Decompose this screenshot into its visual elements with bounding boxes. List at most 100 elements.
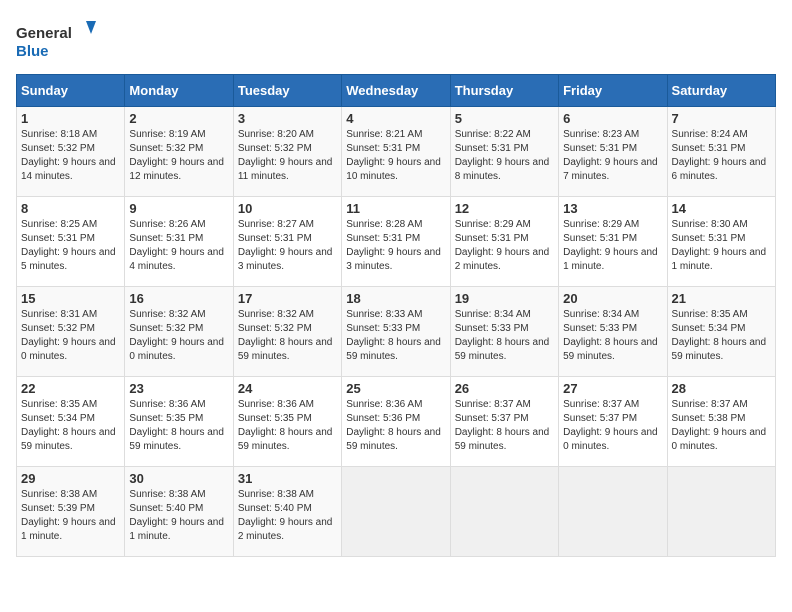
day-cell: 29 Sunrise: 8:38 AM Sunset: 5:39 PM Dayl…: [17, 467, 125, 557]
day-cell: [450, 467, 558, 557]
week-row-3: 15 Sunrise: 8:31 AM Sunset: 5:32 PM Dayl…: [17, 287, 776, 377]
header-cell-thursday: Thursday: [450, 75, 558, 107]
cell-content: Sunrise: 8:36 AM Sunset: 5:35 PM Dayligh…: [129, 398, 228, 454]
header-cell-monday: Monday: [125, 75, 233, 107]
day-number: 8: [21, 201, 120, 216]
header-cell-wednesday: Wednesday: [342, 75, 450, 107]
logo-svg: General Blue: [16, 16, 96, 66]
day-cell: [559, 467, 667, 557]
day-cell: 26 Sunrise: 8:37 AM Sunset: 5:37 PM Dayl…: [450, 377, 558, 467]
day-number: 10: [238, 201, 337, 216]
cell-content: Sunrise: 8:34 AM Sunset: 5:33 PM Dayligh…: [455, 308, 554, 364]
day-cell: 12 Sunrise: 8:29 AM Sunset: 5:31 PM Dayl…: [450, 197, 558, 287]
day-number: 25: [346, 381, 445, 396]
day-number: 27: [563, 381, 662, 396]
calendar-body: 1 Sunrise: 8:18 AM Sunset: 5:32 PM Dayli…: [17, 107, 776, 557]
day-number: 29: [21, 471, 120, 486]
day-number: 5: [455, 111, 554, 126]
day-cell: 20 Sunrise: 8:34 AM Sunset: 5:33 PM Dayl…: [559, 287, 667, 377]
day-number: 26: [455, 381, 554, 396]
day-cell: 14 Sunrise: 8:30 AM Sunset: 5:31 PM Dayl…: [667, 197, 775, 287]
day-number: 11: [346, 201, 445, 216]
week-row-5: 29 Sunrise: 8:38 AM Sunset: 5:39 PM Dayl…: [17, 467, 776, 557]
header-cell-friday: Friday: [559, 75, 667, 107]
day-number: 31: [238, 471, 337, 486]
day-number: 17: [238, 291, 337, 306]
day-number: 22: [21, 381, 120, 396]
cell-content: Sunrise: 8:36 AM Sunset: 5:35 PM Dayligh…: [238, 398, 337, 454]
day-cell: 1 Sunrise: 8:18 AM Sunset: 5:32 PM Dayli…: [17, 107, 125, 197]
day-number: 15: [21, 291, 120, 306]
day-cell: 28 Sunrise: 8:37 AM Sunset: 5:38 PM Dayl…: [667, 377, 775, 467]
day-cell: 25 Sunrise: 8:36 AM Sunset: 5:36 PM Dayl…: [342, 377, 450, 467]
day-cell: 5 Sunrise: 8:22 AM Sunset: 5:31 PM Dayli…: [450, 107, 558, 197]
day-cell: 3 Sunrise: 8:20 AM Sunset: 5:32 PM Dayli…: [233, 107, 341, 197]
day-number: 21: [672, 291, 771, 306]
calendar-header: SundayMondayTuesdayWednesdayThursdayFrid…: [17, 75, 776, 107]
cell-content: Sunrise: 8:29 AM Sunset: 5:31 PM Dayligh…: [563, 218, 662, 274]
day-cell: 9 Sunrise: 8:26 AM Sunset: 5:31 PM Dayli…: [125, 197, 233, 287]
cell-content: Sunrise: 8:20 AM Sunset: 5:32 PM Dayligh…: [238, 128, 337, 184]
day-cell: 16 Sunrise: 8:32 AM Sunset: 5:32 PM Dayl…: [125, 287, 233, 377]
day-number: 14: [672, 201, 771, 216]
day-cell: [342, 467, 450, 557]
day-cell: 19 Sunrise: 8:34 AM Sunset: 5:33 PM Dayl…: [450, 287, 558, 377]
cell-content: Sunrise: 8:37 AM Sunset: 5:37 PM Dayligh…: [563, 398, 662, 454]
day-cell: 30 Sunrise: 8:38 AM Sunset: 5:40 PM Dayl…: [125, 467, 233, 557]
day-number: 20: [563, 291, 662, 306]
cell-content: Sunrise: 8:32 AM Sunset: 5:32 PM Dayligh…: [129, 308, 228, 364]
cell-content: Sunrise: 8:34 AM Sunset: 5:33 PM Dayligh…: [563, 308, 662, 364]
day-number: 24: [238, 381, 337, 396]
page-header: General Blue: [16, 16, 776, 66]
cell-content: Sunrise: 8:28 AM Sunset: 5:31 PM Dayligh…: [346, 218, 445, 274]
week-row-4: 22 Sunrise: 8:35 AM Sunset: 5:34 PM Dayl…: [17, 377, 776, 467]
day-number: 23: [129, 381, 228, 396]
cell-content: Sunrise: 8:30 AM Sunset: 5:31 PM Dayligh…: [672, 218, 771, 274]
cell-content: Sunrise: 8:22 AM Sunset: 5:31 PM Dayligh…: [455, 128, 554, 184]
cell-content: Sunrise: 8:26 AM Sunset: 5:31 PM Dayligh…: [129, 218, 228, 274]
day-cell: 13 Sunrise: 8:29 AM Sunset: 5:31 PM Dayl…: [559, 197, 667, 287]
header-row: SundayMondayTuesdayWednesdayThursdayFrid…: [17, 75, 776, 107]
cell-content: Sunrise: 8:38 AM Sunset: 5:40 PM Dayligh…: [238, 488, 337, 544]
logo: General Blue: [16, 16, 96, 66]
cell-content: Sunrise: 8:23 AM Sunset: 5:31 PM Dayligh…: [563, 128, 662, 184]
svg-text:Blue: Blue: [16, 43, 49, 60]
day-number: 3: [238, 111, 337, 126]
cell-content: Sunrise: 8:21 AM Sunset: 5:31 PM Dayligh…: [346, 128, 445, 184]
day-number: 7: [672, 111, 771, 126]
cell-content: Sunrise: 8:37 AM Sunset: 5:38 PM Dayligh…: [672, 398, 771, 454]
cell-content: Sunrise: 8:36 AM Sunset: 5:36 PM Dayligh…: [346, 398, 445, 454]
cell-content: Sunrise: 8:32 AM Sunset: 5:32 PM Dayligh…: [238, 308, 337, 364]
cell-content: Sunrise: 8:38 AM Sunset: 5:40 PM Dayligh…: [129, 488, 228, 544]
cell-content: Sunrise: 8:18 AM Sunset: 5:32 PM Dayligh…: [21, 128, 120, 184]
day-cell: 23 Sunrise: 8:36 AM Sunset: 5:35 PM Dayl…: [125, 377, 233, 467]
day-cell: [667, 467, 775, 557]
day-cell: 7 Sunrise: 8:24 AM Sunset: 5:31 PM Dayli…: [667, 107, 775, 197]
day-cell: 21 Sunrise: 8:35 AM Sunset: 5:34 PM Dayl…: [667, 287, 775, 377]
day-number: 2: [129, 111, 228, 126]
day-cell: 15 Sunrise: 8:31 AM Sunset: 5:32 PM Dayl…: [17, 287, 125, 377]
day-number: 28: [672, 381, 771, 396]
day-cell: 6 Sunrise: 8:23 AM Sunset: 5:31 PM Dayli…: [559, 107, 667, 197]
cell-content: Sunrise: 8:27 AM Sunset: 5:31 PM Dayligh…: [238, 218, 337, 274]
header-cell-saturday: Saturday: [667, 75, 775, 107]
cell-content: Sunrise: 8:31 AM Sunset: 5:32 PM Dayligh…: [21, 308, 120, 364]
day-cell: 11 Sunrise: 8:28 AM Sunset: 5:31 PM Dayl…: [342, 197, 450, 287]
svg-text:General: General: [16, 25, 72, 42]
day-cell: 4 Sunrise: 8:21 AM Sunset: 5:31 PM Dayli…: [342, 107, 450, 197]
day-number: 19: [455, 291, 554, 306]
cell-content: Sunrise: 8:29 AM Sunset: 5:31 PM Dayligh…: [455, 218, 554, 274]
cell-content: Sunrise: 8:33 AM Sunset: 5:33 PM Dayligh…: [346, 308, 445, 364]
cell-content: Sunrise: 8:37 AM Sunset: 5:37 PM Dayligh…: [455, 398, 554, 454]
day-number: 13: [563, 201, 662, 216]
cell-content: Sunrise: 8:38 AM Sunset: 5:39 PM Dayligh…: [21, 488, 120, 544]
day-cell: 24 Sunrise: 8:36 AM Sunset: 5:35 PM Dayl…: [233, 377, 341, 467]
day-number: 6: [563, 111, 662, 126]
day-number: 4: [346, 111, 445, 126]
day-cell: 22 Sunrise: 8:35 AM Sunset: 5:34 PM Dayl…: [17, 377, 125, 467]
week-row-1: 1 Sunrise: 8:18 AM Sunset: 5:32 PM Dayli…: [17, 107, 776, 197]
day-cell: 27 Sunrise: 8:37 AM Sunset: 5:37 PM Dayl…: [559, 377, 667, 467]
day-cell: 10 Sunrise: 8:27 AM Sunset: 5:31 PM Dayl…: [233, 197, 341, 287]
day-number: 1: [21, 111, 120, 126]
day-cell: 2 Sunrise: 8:19 AM Sunset: 5:32 PM Dayli…: [125, 107, 233, 197]
